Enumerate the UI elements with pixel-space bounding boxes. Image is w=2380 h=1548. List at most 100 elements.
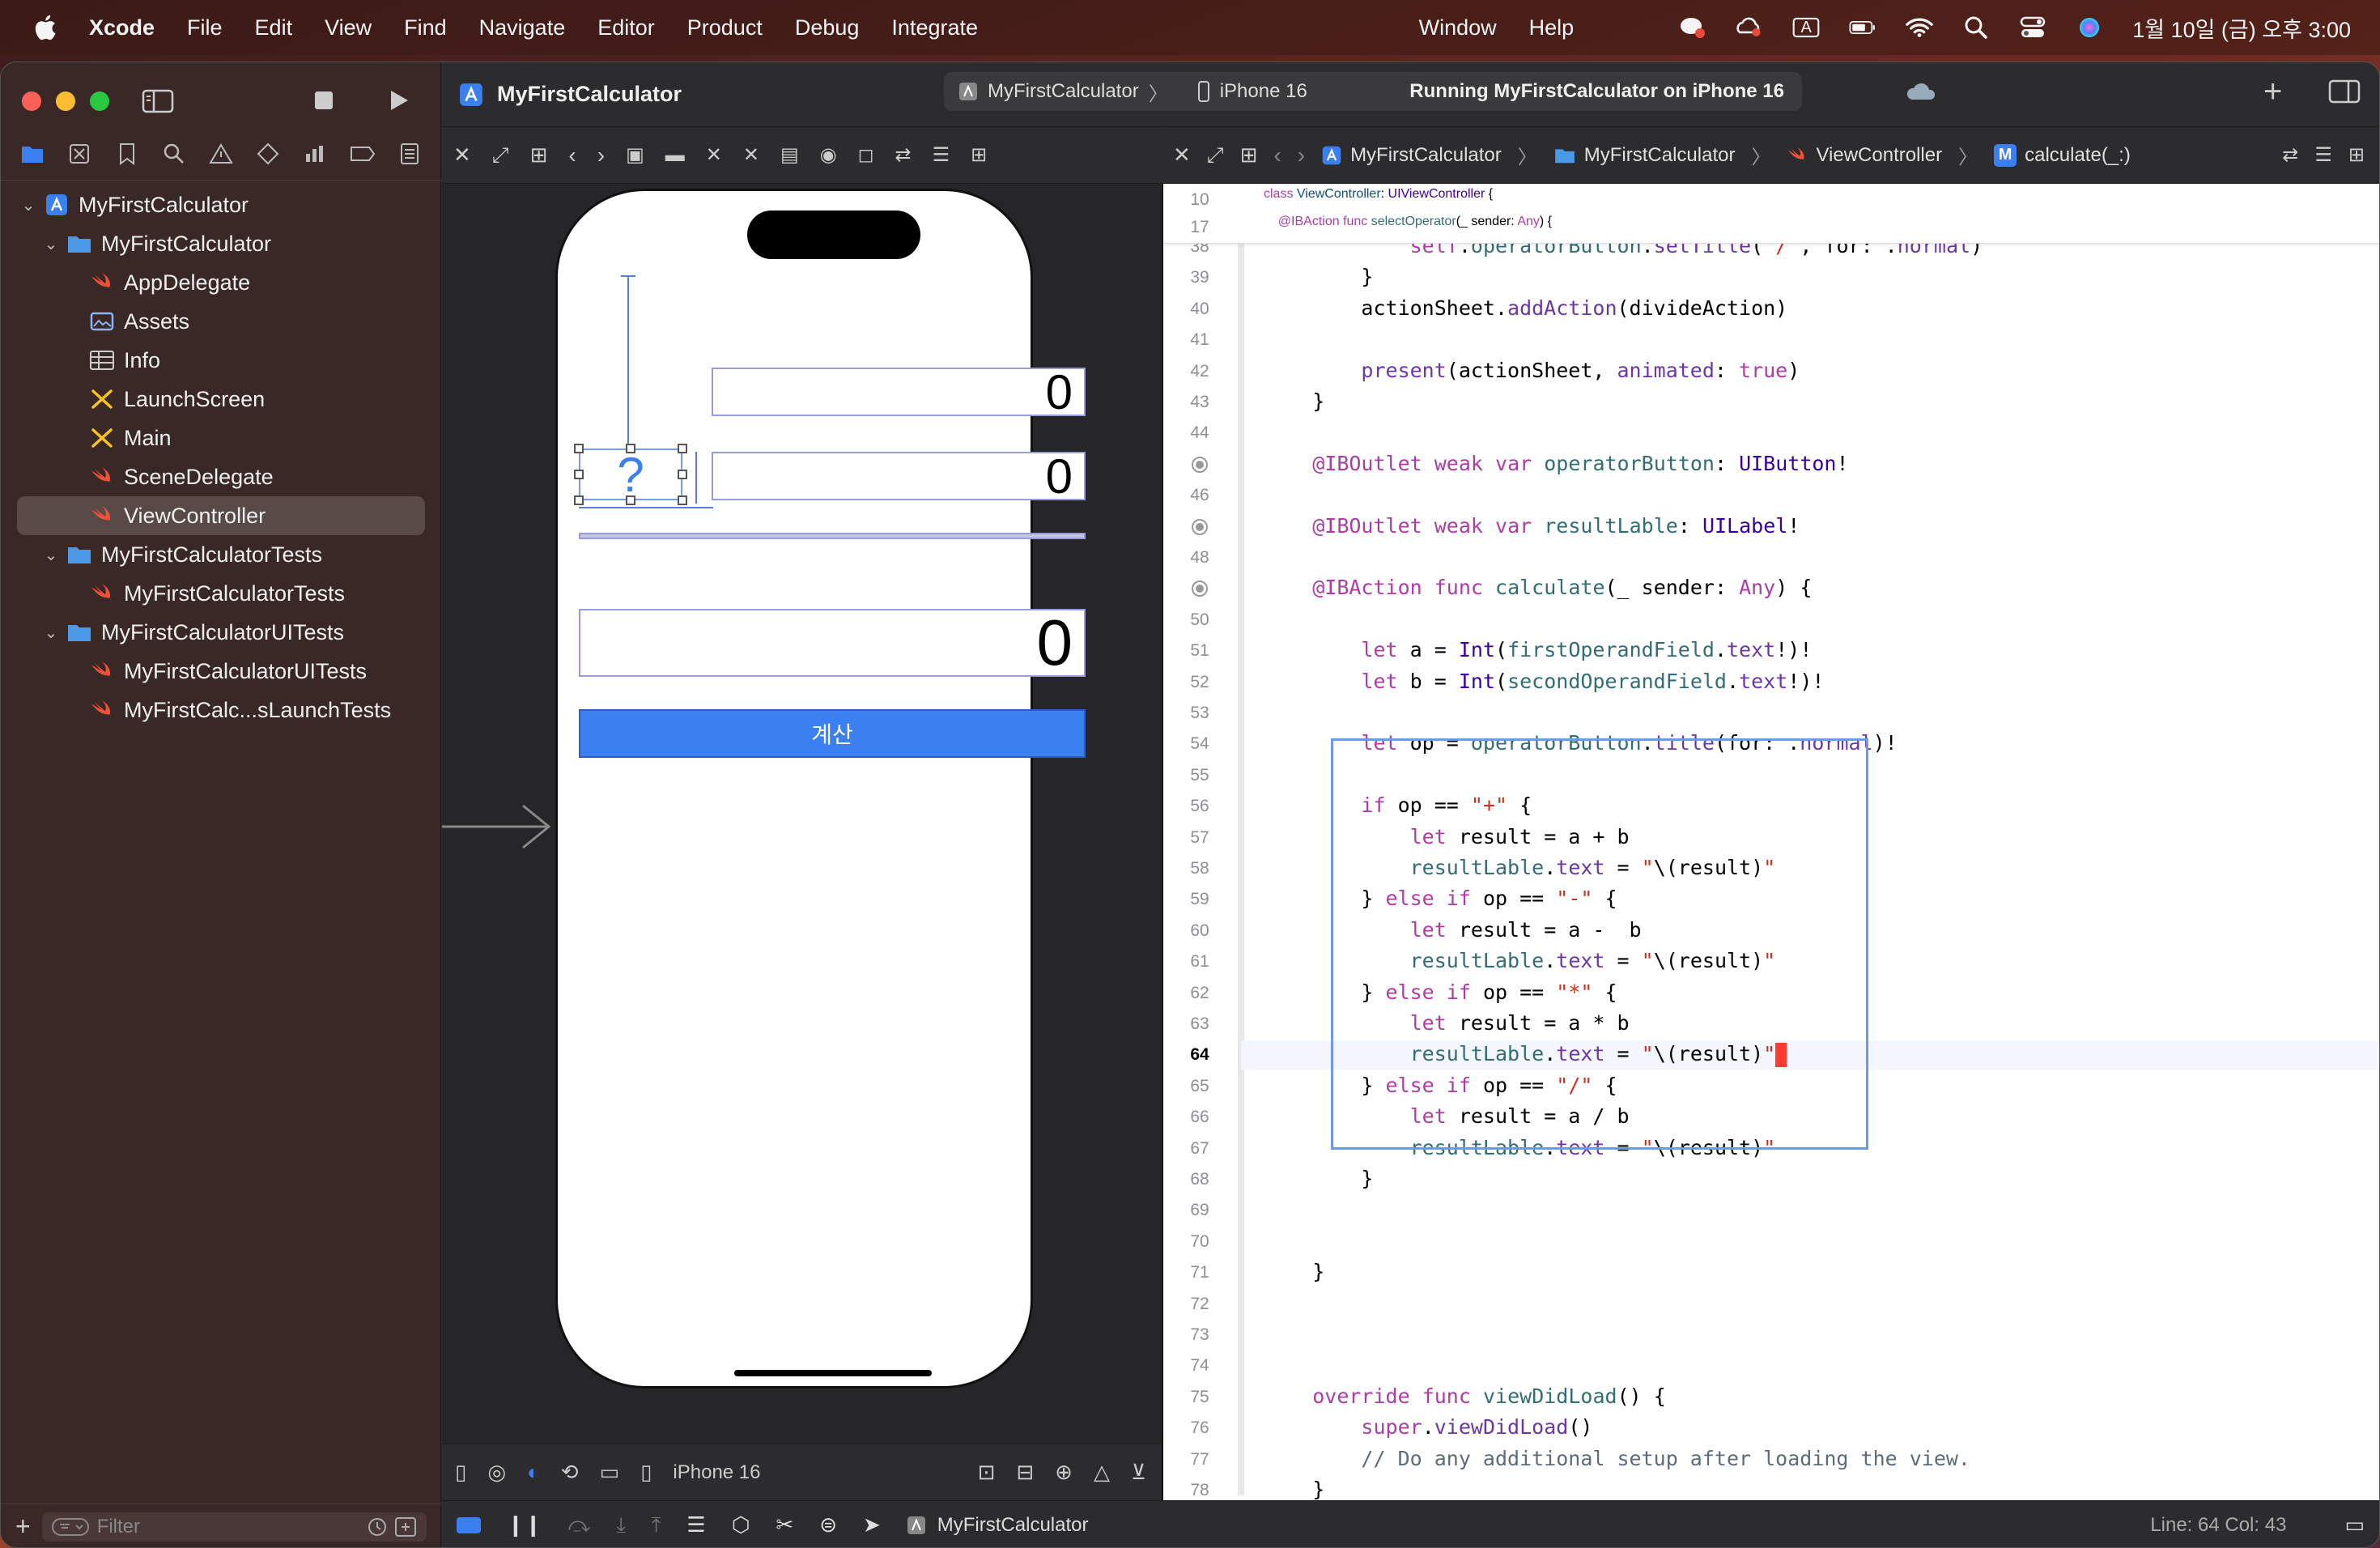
- resize-handle[interactable]: [678, 470, 687, 479]
- siri-icon[interactable]: [2076, 15, 2103, 40]
- step-over-icon[interactable]: ⤼: [568, 1512, 591, 1538]
- creative-cloud-icon[interactable]: [1736, 15, 1763, 40]
- menu-debug[interactable]: Debug: [795, 15, 860, 40]
- code-line[interactable]: }: [1264, 389, 1324, 413]
- project-breadcrumb-icon[interactable]: ▣: [626, 143, 644, 167]
- code-line[interactable]: }: [1264, 1167, 1373, 1190]
- document-outline-icon[interactable]: ▯: [455, 1460, 466, 1485]
- code-line[interactable]: let result = a + b: [1264, 825, 1630, 848]
- filter-input[interactable]: Filter: [41, 1512, 427, 1542]
- tree-item-file-selected[interactable]: ViewController: [17, 496, 425, 535]
- breakpoints-toggle-icon[interactable]: [457, 1516, 481, 1533]
- find-navigator-icon[interactable]: [161, 141, 187, 167]
- project-navigator-icon[interactable]: [19, 141, 45, 167]
- apple-icon[interactable]: [32, 14, 57, 41]
- stop-icon[interactable]: [312, 88, 336, 117]
- code-line[interactable]: @IBOutlet weak var operatorButton: UIBut…: [1264, 452, 1848, 475]
- element-breadcrumb-icon[interactable]: ◻: [858, 143, 874, 167]
- menu-file[interactable]: File: [187, 15, 223, 40]
- battery-icon[interactable]: [1849, 15, 1876, 40]
- control-center-icon[interactable]: [2019, 15, 2046, 40]
- spotlight-search-icon[interactable]: [1962, 15, 1990, 40]
- inspector-toggle-icon[interactable]: [2328, 79, 2361, 108]
- tree-item-file[interactable]: SceneDelegate: [1, 457, 441, 496]
- tree-item-file[interactable]: Main: [1, 419, 441, 457]
- chevron-down-icon[interactable]: ⌄: [43, 623, 59, 643]
- bookmark-navigator-icon[interactable]: [114, 141, 140, 167]
- breadcrumb-group[interactable]: MyFirstCalculator: [1584, 144, 1736, 167]
- sticky-scope-header[interactable]: 10 class ViewController: UIViewController…: [1163, 184, 2379, 244]
- recent-files-icon[interactable]: [367, 1516, 388, 1537]
- code-line[interactable]: actionSheet.addAction(divideAction): [1264, 296, 1787, 320]
- code-line[interactable]: class ViewController: UIViewController {: [1264, 187, 1493, 202]
- size-class-icon[interactable]: ▭: [600, 1460, 620, 1485]
- forward-chevron-icon[interactable]: ›: [1298, 142, 1305, 168]
- resize-handle[interactable]: [574, 444, 584, 453]
- outlet-connection-icon[interactable]: [1190, 455, 1209, 474]
- folder-breadcrumb-icon[interactable]: ▬: [665, 144, 685, 167]
- menu-window[interactable]: Window: [1419, 15, 1497, 40]
- tree-item-file[interactable]: MyFirstCalc...sLaunchTests: [1, 691, 441, 729]
- operator-button[interactable]: ?: [579, 448, 682, 502]
- menu-edit[interactable]: Edit: [255, 15, 293, 40]
- sidebar-toggle-icon[interactable]: [142, 88, 174, 118]
- breadcrumb-file[interactable]: ViewController: [1816, 144, 1942, 167]
- device-icon[interactable]: ▯: [640, 1460, 652, 1485]
- source-control-navigator-icon[interactable]: [66, 141, 92, 167]
- orientation-icon[interactable]: ⟲: [561, 1460, 579, 1485]
- environment-overrides-icon[interactable]: ✂: [776, 1512, 793, 1537]
- tree-item-file[interactable]: LaunchScreen: [1, 380, 441, 419]
- code-line[interactable]: @IBOutlet weak var resultLable: UILabel!: [1264, 514, 1800, 538]
- code-line[interactable]: resultLable.text = "\(result)": [1264, 1136, 1776, 1159]
- resize-handle[interactable]: [678, 495, 687, 505]
- resize-handle[interactable]: [626, 444, 635, 453]
- chevron-down-icon[interactable]: ⌄: [20, 195, 36, 215]
- step-out-icon[interactable]: ⤒: [652, 1512, 661, 1538]
- entry-point-arrow-icon[interactable]: [442, 802, 555, 851]
- code-line[interactable]: @IBAction func calculate(_ sender: Any) …: [1264, 576, 1812, 599]
- back-chevron-icon[interactable]: ‹: [568, 142, 576, 168]
- breakpoint-navigator-icon[interactable]: [350, 141, 376, 167]
- menu-view[interactable]: View: [325, 15, 372, 40]
- code-line[interactable]: let result = a - b: [1264, 918, 1642, 942]
- zoom-to-fit-icon[interactable]: ⊡: [978, 1460, 996, 1485]
- scm-filter-icon[interactable]: [394, 1516, 417, 1537]
- expand-icon[interactable]: ⤢: [1207, 142, 1224, 168]
- code-line[interactable]: let op = operatorButton.title(for: .norm…: [1264, 731, 1897, 755]
- close-editor-icon[interactable]: ✕: [1173, 142, 1191, 168]
- debug-navigator-icon[interactable]: [302, 141, 328, 167]
- close-editor-icon[interactable]: ✕: [453, 142, 471, 168]
- appearance-icon[interactable]: ◐: [527, 1460, 540, 1485]
- code-line[interactable]: } else if op == "/" {: [1264, 1074, 1617, 1097]
- grid-icon[interactable]: ⊞: [1240, 142, 1258, 168]
- add-editor-icon[interactable]: ⊞: [2348, 143, 2365, 167]
- code-line[interactable]: super.viewDidLoad(): [1264, 1415, 1592, 1439]
- code-line[interactable]: if op == "+" {: [1264, 793, 1532, 817]
- pause-icon[interactable]: ❙❙: [507, 1512, 542, 1537]
- step-into-icon[interactable]: ⤓: [616, 1512, 626, 1538]
- breadcrumb-method[interactable]: calculate(_:): [2025, 144, 2131, 167]
- tree-item-file[interactable]: MyFirstCalculatorUITests: [1, 652, 441, 691]
- wifi-icon[interactable]: [1906, 15, 1933, 40]
- report-navigator-icon[interactable]: [397, 141, 423, 167]
- chevron-down-icon[interactable]: ⌄: [43, 234, 59, 254]
- chevron-down-icon[interactable]: ⌄: [43, 545, 59, 565]
- tree-item-folder[interactable]: ⌄ MyFirstCalculatorTests: [1, 535, 441, 574]
- accessibility-icon[interactable]: ◎: [487, 1460, 506, 1485]
- code-line[interactable]: } else if op == "*" {: [1264, 980, 1617, 1004]
- memory-graph-icon[interactable]: ⬡: [732, 1512, 750, 1537]
- issue-navigator-icon[interactable]: [208, 141, 234, 167]
- run-icon[interactable]: [386, 88, 410, 117]
- embed-in-icon[interactable]: ⊻: [1131, 1460, 1146, 1485]
- align-icon[interactable]: ⊟: [1016, 1460, 1034, 1485]
- menu-app-name[interactable]: Xcode: [89, 15, 155, 40]
- view-controller-breadcrumb-icon[interactable]: ▤: [780, 143, 799, 167]
- menu-product[interactable]: Product: [687, 15, 763, 40]
- related-items-icon[interactable]: ⇄: [895, 143, 912, 167]
- code-line[interactable]: resultLable.text = "\(result)": [1264, 1042, 1787, 1068]
- code-line[interactable]: }: [1264, 1260, 1324, 1283]
- code-line[interactable]: }: [1264, 265, 1373, 288]
- resize-handle[interactable]: [678, 444, 687, 453]
- resize-handle[interactable]: [574, 495, 584, 505]
- forward-chevron-icon[interactable]: ›: [597, 142, 605, 168]
